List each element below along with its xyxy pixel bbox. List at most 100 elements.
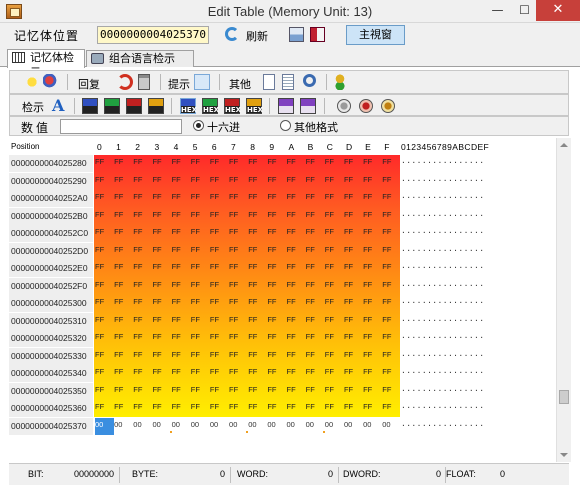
byte-cell[interactable]: FF [267,313,286,330]
qword-hex-icon[interactable]: HEX [246,98,263,114]
byte-cell[interactable]: FF [172,225,191,242]
byte-cell[interactable]: FF [382,260,401,277]
byte-cell[interactable]: FF [133,330,152,347]
byte-cell[interactable]: FF [152,313,171,330]
byte-cell[interactable]: FF [267,243,286,260]
byte-cell[interactable]: FF [363,190,382,207]
byte-cell[interactable]: FF [114,260,133,277]
byte-cell[interactable]: 00 [152,418,171,435]
byte-cell[interactable]: FF [114,173,133,190]
byte-cell[interactable]: FF [267,348,286,365]
row-address[interactable]: 0000000004025290 [9,172,93,190]
byte-cell[interactable]: FF [382,190,401,207]
byte-cell[interactable]: FF [210,365,229,382]
byte-cell[interactable]: FF [325,225,344,242]
byte-cell[interactable]: FF [325,243,344,260]
byte-cell[interactable]: FF [229,278,248,295]
byte-cell[interactable]: FF [287,365,306,382]
byte-cell[interactable]: FF [287,173,306,190]
memory-grid[interactable]: Position 0123456789ABCDEF 0123456789ABCD… [9,138,556,462]
restore-button[interactable]: 回复 [78,76,100,92]
byte-cell[interactable]: FF [287,400,306,417]
byte-cell[interactable]: FF [344,225,363,242]
byte-cell[interactable]: FF [325,278,344,295]
byte-cell[interactable]: FF [363,383,382,400]
byte-cell[interactable]: FF [344,365,363,382]
ascii-row[interactable]: ................ [401,418,556,435]
refresh-button[interactable]: 刷新 [246,28,268,44]
byte-cell[interactable]: FF [114,348,133,365]
address-input[interactable]: 0000000004025370 [97,26,209,44]
book-icon[interactable] [310,27,325,42]
byte-cell[interactable]: FF [248,400,267,417]
byte-cell[interactable]: FF [306,400,325,417]
byte-cell[interactable]: FF [133,313,152,330]
byte-cell[interactable]: FF [210,208,229,225]
byte-cell[interactable]: FF [382,243,401,260]
byte-cell[interactable]: FF [248,173,267,190]
byte-cell[interactable]: FF [191,173,210,190]
byte-cell[interactable]: FF [287,225,306,242]
byte-cell[interactable]: FF [306,243,325,260]
byte-cell[interactable]: FF [287,190,306,207]
byte-cell[interactable]: FF [363,400,382,417]
byte-cell[interactable]: FF [248,155,267,172]
byte-cell[interactable]: 00 [210,418,229,435]
ascii-row[interactable]: ................ [401,295,556,312]
byte-cell[interactable]: FF [152,155,171,172]
byte-cell[interactable]: FF [114,243,133,260]
byte-cell[interactable]: FF [287,278,306,295]
byte-cell[interactable]: FF [191,313,210,330]
byte-cell[interactable]: FF [172,400,191,417]
byte-cell[interactable]: FF [248,190,267,207]
byte-cell[interactable]: FF [229,243,248,260]
byte-cell[interactable]: FF [95,383,114,400]
byte-cell[interactable]: FF [172,190,191,207]
byte-cell[interactable]: FF [152,330,171,347]
byte-cell[interactable]: FF [363,330,382,347]
byte-cell[interactable]: FF [191,400,210,417]
scroll-up-icon[interactable] [560,143,568,147]
radio-other-format[interactable] [280,120,291,131]
byte-cell[interactable]: FF [267,330,286,347]
byte-cell[interactable]: FF [344,260,363,277]
byte-cell[interactable]: 00 [114,418,133,435]
byte-cell[interactable]: FF [152,278,171,295]
byte-cell[interactable]: FF [325,348,344,365]
byte-cell[interactable]: FF [267,365,286,382]
byte-cell[interactable]: FF [382,400,401,417]
byte-cell[interactable]: FF [172,260,191,277]
ascii-row[interactable]: ................ [401,225,556,242]
byte-cell[interactable]: FF [363,225,382,242]
byte-cell[interactable]: FF [267,400,286,417]
byte-cell[interactable]: FF [172,295,191,312]
byte-cell[interactable]: FF [95,243,114,260]
byte-cell[interactable]: FF [133,243,152,260]
ascii-row[interactable]: ................ [401,313,556,330]
value-input[interactable] [60,119,182,134]
byte-cell[interactable]: FF [95,260,114,277]
byte-cell[interactable]: FF [95,190,114,207]
byte-cell[interactable]: FF [95,155,114,172]
byte-cell[interactable]: 00 [382,418,401,435]
byte-cell[interactable]: FF [248,295,267,312]
byte-cell[interactable]: FF [152,173,171,190]
byte-cell[interactable]: FF [325,330,344,347]
byte-cell[interactable]: FF [133,155,152,172]
byte-cell[interactable]: FF [382,278,401,295]
hint-button[interactable]: 提示 [168,76,190,92]
other-button[interactable]: 其他 [229,76,251,92]
byte-cell[interactable]: FF [344,173,363,190]
byte-cell[interactable]: FF [248,278,267,295]
byte-cell[interactable]: FF [95,365,114,382]
byte-cell[interactable]: FF [229,348,248,365]
byte-cell[interactable]: FF [344,383,363,400]
byte-cell[interactable]: FF [344,155,363,172]
undo-icon[interactable] [117,74,133,90]
scroll-down-icon[interactable] [560,453,568,457]
byte-cell[interactable]: FF [344,295,363,312]
byte-cell[interactable]: FF [133,365,152,382]
coins-icon[interactable] [332,74,348,90]
byte-cell[interactable]: FF [172,383,191,400]
vertical-scrollbar[interactable] [556,138,571,462]
